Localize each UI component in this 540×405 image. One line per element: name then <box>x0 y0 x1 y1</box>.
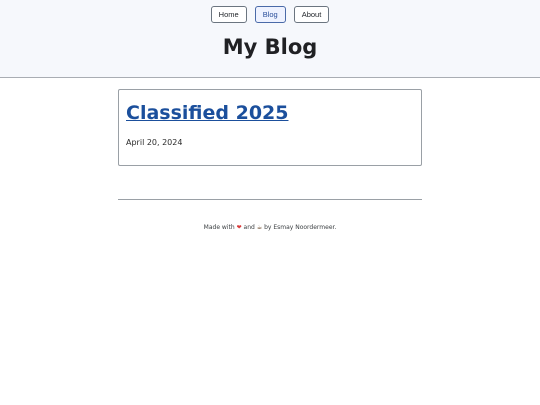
site-title: My Blog <box>222 35 318 59</box>
site-footer: Made with ❤ and ☕ by Esmay Noordermeer. <box>0 223 540 233</box>
footer-made-with: Made with <box>203 224 235 231</box>
coffee-icon: ☕ <box>256 224 263 231</box>
nav-home-button[interactable]: Home <box>210 6 247 23</box>
footer-by: by Esmay Noordermeer. <box>264 224 337 231</box>
footer-and: and <box>243 224 255 231</box>
site-header: Home Blog About My Blog <box>0 0 540 78</box>
nav-about-button[interactable]: About <box>293 6 330 23</box>
post-title-link[interactable]: Classified 2025 <box>126 100 288 126</box>
footer-divider <box>118 199 422 200</box>
heart-icon: ❤ <box>236 224 242 231</box>
post-card: Classified 2025 April 20, 2024 <box>118 89 422 166</box>
nav-blog-button[interactable]: Blog <box>254 6 286 23</box>
main-nav: Home Blog About <box>0 6 540 23</box>
post-date: April 20, 2024 <box>126 138 183 147</box>
